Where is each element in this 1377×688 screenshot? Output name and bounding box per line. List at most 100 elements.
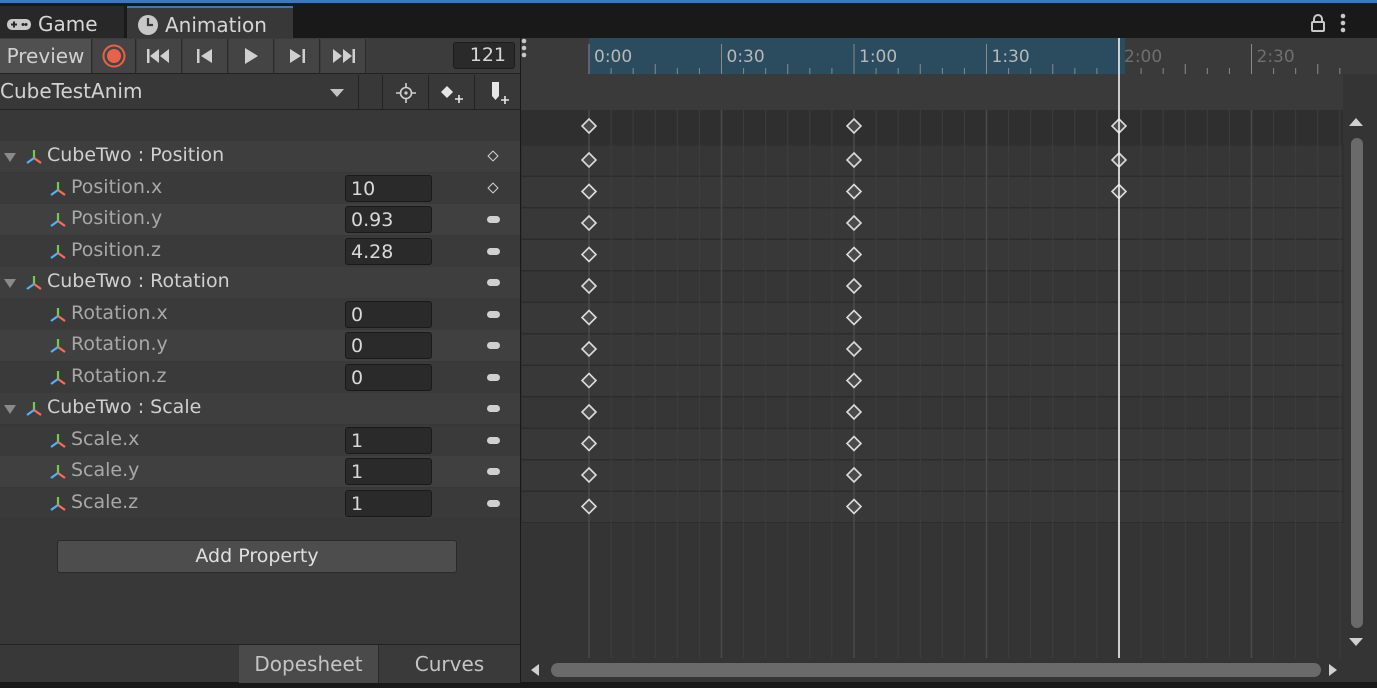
- tab-game[interactable]: Game: [0, 6, 124, 41]
- timeline-options-icon[interactable]: [521, 38, 527, 58]
- property-row[interactable]: Position.y 0.93: [0, 204, 520, 235]
- horizontal-scroll-thumb[interactable]: [551, 663, 1321, 677]
- property-row[interactable]: Scale.y 1: [0, 456, 520, 487]
- tab-curves[interactable]: Curves: [378, 645, 520, 683]
- scroll-right-icon[interactable]: [1329, 664, 1337, 676]
- view-mode-tabs: Dopesheet Curves: [0, 644, 520, 683]
- more-options-icon[interactable]: [1340, 13, 1346, 33]
- clip-spacer: [358, 75, 382, 110]
- property-group-row[interactable]: CubeTwo : Scale: [0, 393, 520, 424]
- property-label: Position.x: [71, 175, 163, 198]
- property-value-field[interactable]: 1: [345, 458, 432, 485]
- property-label: CubeTwo : Rotation: [47, 270, 230, 292]
- previous-key-button[interactable]: [183, 39, 228, 73]
- transform-icon: [48, 337, 68, 359]
- chevron-down-icon[interactable]: [330, 89, 344, 97]
- transform-icon: [24, 274, 44, 296]
- filter-by-selection-button[interactable]: [382, 75, 428, 110]
- clock-icon: [138, 14, 158, 35]
- keyframe-toggle-icon[interactable]: [487, 247, 500, 255]
- keyframe-toggle-icon[interactable]: [487, 342, 500, 349]
- property-value-field[interactable]: 0.93: [345, 206, 432, 233]
- keyframe-toggle-icon[interactable]: [487, 216, 500, 223]
- animation-hierarchy-panel: Preview 121 CubeTestAnim CubeTwo: Posit…: [0, 38, 520, 683]
- keyframe-toggle-icon[interactable]: [487, 279, 500, 286]
- keyframe-toggle-icon[interactable]: [487, 310, 500, 318]
- editor-tab-bar: Game Animation: [0, 0, 1377, 41]
- property-group-row[interactable]: CubeTwo : Rotation: [0, 267, 520, 298]
- tab-animation[interactable]: Animation: [127, 6, 293, 41]
- add-keyframe-button[interactable]: [428, 75, 474, 110]
- animation-toolbar: Preview 121: [0, 38, 520, 74]
- collapse-arrow-icon[interactable]: [4, 405, 16, 414]
- next-key-button[interactable]: [275, 39, 320, 73]
- property-label: Position.z: [71, 238, 161, 261]
- frame-field[interactable]: 121: [453, 42, 515, 69]
- keyframe-diamond-icon[interactable]: [487, 181, 499, 194]
- scroll-left-icon[interactable]: [531, 664, 539, 676]
- play-button[interactable]: [229, 39, 274, 73]
- transform-icon: [48, 306, 68, 328]
- vertical-scroll-thumb[interactable]: [1351, 138, 1363, 628]
- timeline-ruler[interactable]: 0:00 0:30 1:00 1:30 2:00 2:30: [521, 38, 1377, 74]
- property-value-field[interactable]: 0: [345, 332, 432, 359]
- ruler-ticks: 0:00 0:30 1:00 1:30 2:00 2:30: [588, 38, 1341, 74]
- transform-icon: [48, 463, 68, 485]
- scroll-down-icon[interactable]: [1349, 638, 1363, 646]
- first-key-button[interactable]: [137, 39, 182, 73]
- keyframe-sheet[interactable]: [521, 74, 1377, 658]
- collapse-arrow-icon[interactable]: [4, 279, 16, 288]
- property-value-field[interactable]: 0: [345, 363, 432, 391]
- keyframe-toggle-icon[interactable]: [487, 373, 500, 381]
- property-value-field[interactable]: 1: [345, 489, 432, 517]
- keyframe-toggle-icon[interactable]: [487, 436, 500, 444]
- property-value-field[interactable]: 1: [345, 426, 432, 454]
- property-label: Scale.x: [71, 427, 140, 450]
- record-button[interactable]: [93, 39, 136, 73]
- keyframe-diamond-icon[interactable]: [487, 150, 499, 162]
- property-value-field[interactable]: 10: [345, 174, 432, 202]
- property-row[interactable]: Scale.x 1: [0, 424, 520, 456]
- crosshair-icon: [395, 82, 416, 103]
- last-key-button[interactable]: [321, 39, 366, 73]
- ruler-label: 2:30: [1257, 47, 1295, 67]
- add-keyframe-icon: [440, 85, 463, 103]
- clip-selector-row: CubeTestAnim: [0, 75, 520, 110]
- add-event-button[interactable]: [474, 75, 520, 110]
- ruler-label: 2:00: [1124, 47, 1162, 67]
- property-value-field[interactable]: 0: [345, 300, 432, 328]
- keyframe-toggle-icon[interactable]: [487, 499, 500, 507]
- property-value-field[interactable]: 4.28: [345, 237, 432, 265]
- ruler-label: 1:00: [859, 47, 897, 67]
- transform-icon: [24, 148, 44, 170]
- lock-icon[interactable]: [1310, 13, 1326, 33]
- vertical-scrollbar[interactable]: [1347, 108, 1365, 648]
- scroll-up-icon[interactable]: [1349, 118, 1363, 126]
- preview-button[interactable]: Preview: [0, 39, 92, 73]
- property-row[interactable]: Position.z 4.28: [0, 235, 520, 267]
- property-label: Scale.z: [71, 490, 139, 513]
- ruler-label: 0:00: [594, 47, 632, 67]
- transform-icon: [48, 495, 68, 517]
- skip-to-start-icon: [147, 49, 169, 63]
- property-row[interactable]: Rotation.y 0: [0, 330, 520, 361]
- clip-dropdown[interactable]: CubeTestAnim: [0, 79, 142, 103]
- transform-icon: [48, 369, 68, 391]
- tab-dopesheet[interactable]: Dopesheet: [239, 645, 378, 683]
- keyframe-toggle-icon[interactable]: [487, 405, 500, 412]
- property-row[interactable]: Rotation.z 0: [0, 361, 520, 393]
- horizontal-scrollbar[interactable]: [521, 658, 1347, 682]
- property-label: Rotation.x: [71, 301, 168, 324]
- add-property-button[interactable]: Add Property: [57, 540, 457, 573]
- transform-icon: [48, 243, 68, 265]
- property-row[interactable]: Rotation.x 0: [0, 298, 520, 330]
- property-row[interactable]: Scale.z 1: [0, 487, 520, 519]
- gamepad-icon: [7, 18, 31, 30]
- property-label: CubeTwo : Scale: [47, 396, 202, 418]
- property-group-row[interactable]: CubeTwo : Position: [0, 141, 520, 172]
- property-row[interactable]: Position.x 10: [0, 172, 520, 204]
- collapse-arrow-icon[interactable]: [4, 153, 16, 162]
- keyframe-toggle-icon[interactable]: [487, 468, 500, 475]
- transform-icon: [24, 400, 44, 422]
- skip-to-end-icon: [333, 49, 355, 63]
